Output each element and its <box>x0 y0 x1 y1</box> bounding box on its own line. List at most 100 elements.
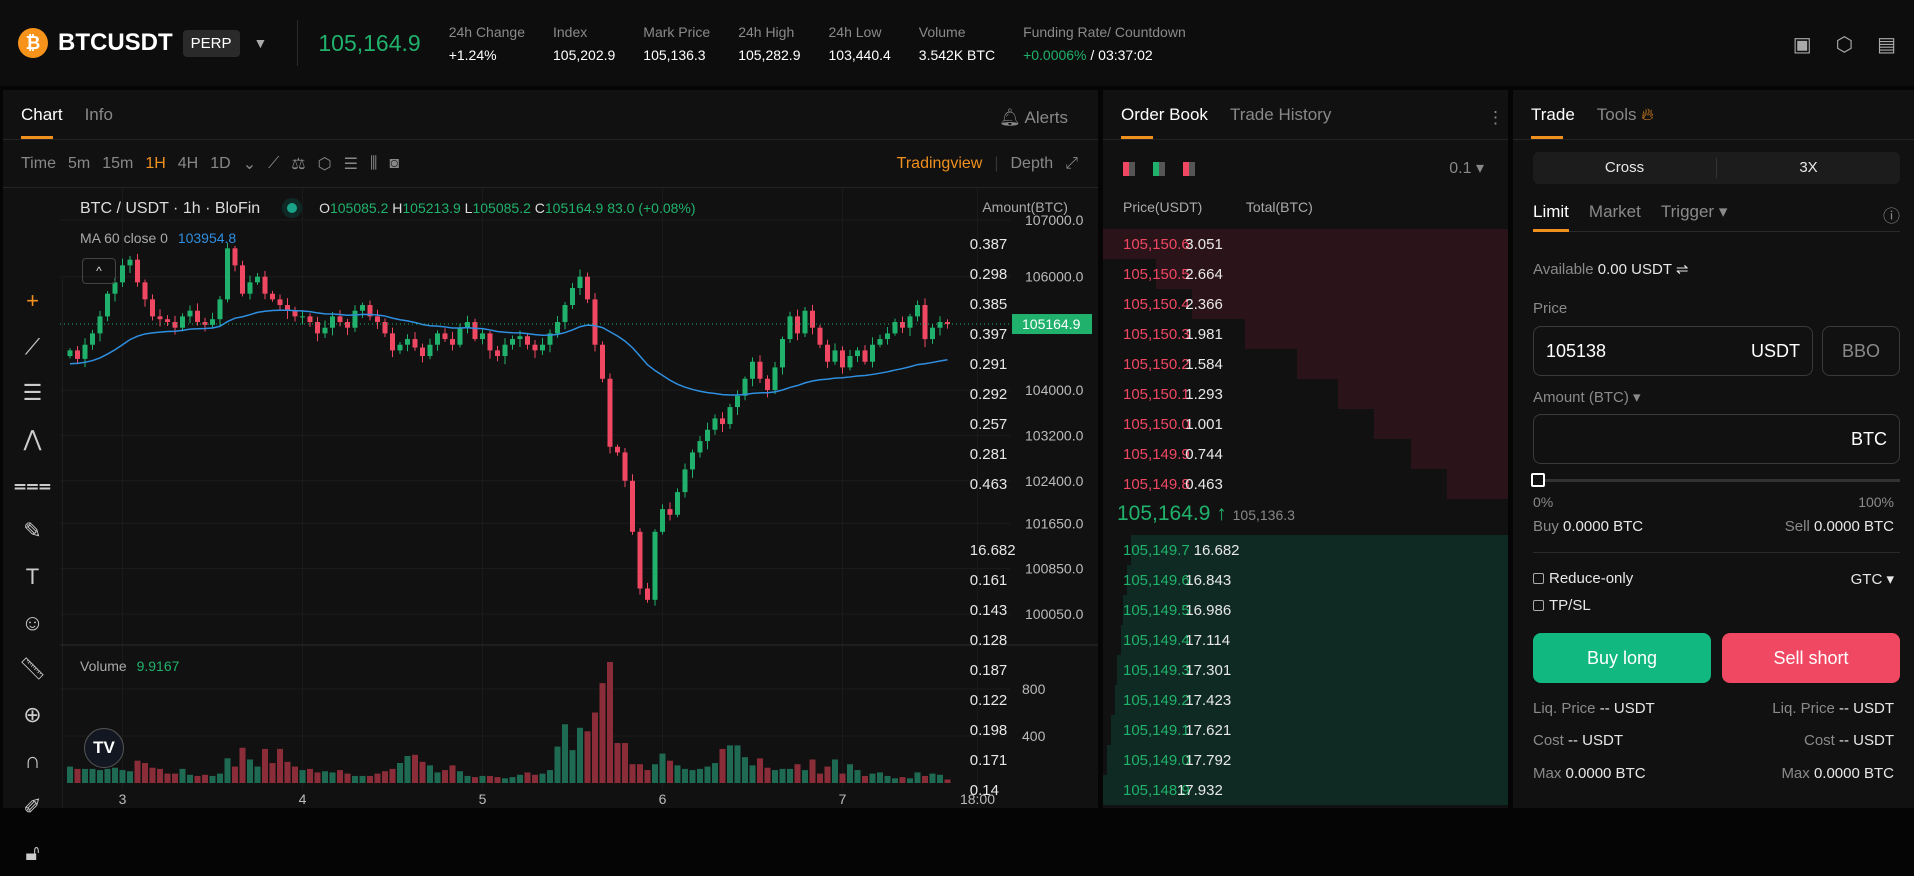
bid-row[interactable]: 105,149.7 16.682 16.682 <box>970 535 1508 565</box>
chart-settings-icon[interactable]: ▤ <box>1877 32 1896 57</box>
volume-bar <box>434 772 441 783</box>
volume-bar <box>637 764 643 783</box>
tab-market[interactable]: Market <box>1589 202 1641 231</box>
bid-row[interactable]: 105,149.3 0.187 17.301 <box>970 655 1508 685</box>
price: 105,149.8 <box>1123 475 1190 493</box>
reduce-only-checkbox[interactable]: Reduce-only <box>1533 570 1633 588</box>
candle <box>225 248 230 300</box>
price-tick: 101650.0 <box>1025 515 1084 531</box>
bid-row[interactable]: 105,149.1 0.198 17.621 <box>970 715 1508 745</box>
total: 1.981 <box>1185 325 1223 343</box>
available-label: Available <box>1533 261 1594 278</box>
buy-liq-label: Liq. Price <box>1533 700 1596 717</box>
bid-row[interactable]: 105,149.4 0.128 17.114 <box>970 625 1508 655</box>
sell-short-button[interactable]: Sell short <box>1722 633 1900 683</box>
margin-mode-button[interactable]: Cross <box>1533 158 1717 178</box>
candle <box>690 452 695 470</box>
volume-bar <box>74 768 81 783</box>
candle <box>607 378 613 447</box>
unlock-icon[interactable]: 🔓︎ <box>3 830 62 876</box>
bid-row[interactable]: 105,149.6 0.161 16.843 <box>970 565 1508 595</box>
candle <box>480 333 485 340</box>
volume-bar <box>749 765 756 783</box>
volume-bar <box>892 778 898 783</box>
ask-row[interactable]: 105,149.8 0.463 0.463 <box>970 469 1508 499</box>
bid-row[interactable]: 105,149.5 0.143 16.986 <box>970 595 1508 625</box>
bbo-button[interactable]: BBO <box>1822 326 1900 376</box>
sell-liq-label: Liq. Price <box>1772 700 1835 717</box>
volume-bar <box>824 766 831 783</box>
amount: 0.14 <box>969 781 999 799</box>
amount-input[interactable]: BTC <box>1533 414 1900 464</box>
price-tick: 103200.0 <box>1025 427 1084 443</box>
tab-tools[interactable]: Tools 🔥︎ <box>1597 105 1654 139</box>
volume-bar <box>202 774 208 783</box>
tab-trade-history[interactable]: Trade History <box>1230 105 1331 139</box>
tpsl-checkbox[interactable]: TP/SL <box>1533 597 1591 614</box>
amount: 0.187 <box>969 661 1008 679</box>
tab-order-book[interactable]: Order Book <box>1121 105 1208 139</box>
tab-trade[interactable]: Trade <box>1531 105 1575 139</box>
ask-row[interactable]: 105,150.1 0.292 1.293 <box>970 379 1508 409</box>
buy-cost-label: Cost <box>1533 732 1564 749</box>
available-balance: Available 0.00 USDT ⇌ <box>1533 260 1688 278</box>
volume-bar <box>667 760 673 783</box>
buy-long-button[interactable]: Buy long <box>1533 633 1711 683</box>
tab-trigger[interactable]: Trigger ▾ <box>1661 202 1727 231</box>
amount: 0.397 <box>969 325 1008 343</box>
volume-bar <box>487 775 493 783</box>
book-both-icon[interactable] <box>1123 162 1135 176</box>
bid-row[interactable]: 105,149.0 0.171 17.792 <box>970 745 1508 775</box>
volume-bar <box>104 768 111 783</box>
sell-max-value: 0.0000 BTC <box>1813 765 1894 782</box>
book-bids-icon[interactable] <box>1153 162 1165 176</box>
ask-row[interactable]: 105,150.0 0.257 1.001 <box>970 409 1508 439</box>
transfer-icon[interactable]: ⇌ <box>1676 261 1689 278</box>
tpsl-label: TP/SL <box>1549 597 1591 614</box>
ask-row[interactable]: 105,150.5 0.298 2.664 <box>970 259 1508 289</box>
volume-bar <box>67 766 73 783</box>
volume-bar <box>449 765 456 783</box>
help-icon[interactable]: ⓘ <box>1883 202 1900 231</box>
volume-bar <box>742 757 748 783</box>
tab-limit[interactable]: Limit <box>1533 202 1569 232</box>
ask-row[interactable]: 105,150.6 0.387 3.051 <box>970 229 1508 259</box>
volume-bar <box>809 759 816 783</box>
depth-bar <box>1337 379 1508 409</box>
ask-row[interactable]: 105,150.3 0.397 1.981 <box>970 319 1508 349</box>
volume-bar <box>172 773 178 783</box>
price-chart[interactable]: 107000.0106000.0104000.0103200.0102400.0… <box>0 0 1098 808</box>
bid-row[interactable]: 105,149.2 0.122 17.423 <box>970 685 1508 715</box>
book-asks-icon[interactable] <box>1183 162 1195 176</box>
volume-bar <box>862 775 868 783</box>
layout-icon[interactable]: ▣ <box>1793 32 1812 57</box>
depth-bar <box>1374 409 1508 439</box>
ask-row[interactable]: 105,150.2 0.291 1.584 <box>970 349 1508 379</box>
leverage-button[interactable]: 3X <box>1717 152 1900 184</box>
order-book-panel: Order Book Trade History ⋮ 0.1 ▾ Price(U… <box>970 90 1508 808</box>
amount-unit-select[interactable]: Amount (BTC) ▾ <box>1533 388 1641 406</box>
book-view-toggles <box>1123 162 1195 176</box>
more-icon[interactable]: ⋮ <box>1487 108 1504 128</box>
precision-select[interactable]: 0.1 ▾ <box>1449 158 1484 178</box>
tradingview-logo[interactable]: TV <box>84 728 124 768</box>
candle <box>705 429 710 442</box>
candle <box>667 509 673 515</box>
amount-slider[interactable] <box>1531 473 1900 487</box>
ask-row[interactable]: 105,149.9 0.281 0.744 <box>970 439 1508 469</box>
ask-row[interactable]: 105,150.4 0.385 2.366 <box>970 289 1508 319</box>
bid-row[interactable]: 105,148.9 0.14 17.932 <box>970 775 1508 805</box>
volume-bar <box>89 768 96 783</box>
volume-bar <box>427 765 433 783</box>
tif-select[interactable]: GTC ▾ <box>1851 570 1894 588</box>
candle <box>772 367 778 391</box>
price-input[interactable]: 105138 USDT <box>1533 326 1813 376</box>
collapse-legend-button[interactable]: ^ <box>82 258 116 284</box>
volume-value: 9.9167 <box>136 658 180 674</box>
price: 105,149.6 <box>1123 571 1190 589</box>
slider-handle[interactable] <box>1531 473 1545 487</box>
volume-bar <box>397 763 403 783</box>
theme-icon[interactable]: ⬡ <box>1836 32 1853 57</box>
candle <box>630 480 635 532</box>
volume-bar <box>899 777 906 783</box>
